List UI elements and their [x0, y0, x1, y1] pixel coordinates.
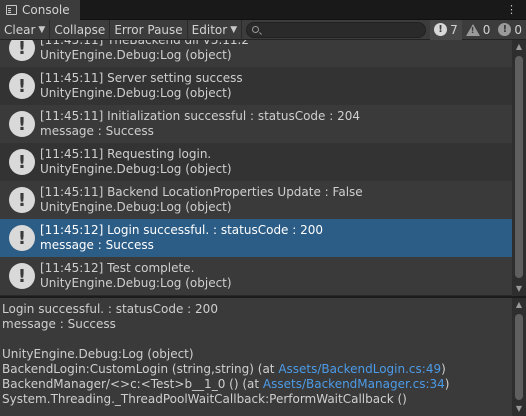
log-entry[interactable]: ! [11:45:11] Server setting success Unit… [0, 67, 512, 105]
console-toolbar: Clear ▼ Collapse Error Pause Editor ▼ ! … [0, 19, 526, 40]
window-titlebar: Console ⋮ [0, 0, 526, 20]
scroll-down-icon[interactable]: ▼ [512, 282, 526, 296]
log-entry[interactable]: ! [11:45:11] Initialization successful :… [0, 105, 512, 143]
info-icon: ! [9, 225, 35, 251]
log-entry-stack: UnityEngine.Debug:Log (object) [40, 200, 232, 214]
stack-frame-text: ) [441, 362, 446, 376]
detail-scrollbar[interactable]: ▲ ▼ [512, 298, 526, 416]
chevron-down-icon: ▼ [230, 24, 238, 35]
source-link[interactable]: Assets/BackendManager.cs:34 [263, 377, 445, 391]
clear-dropdown-icon[interactable]: ▼ [38, 25, 45, 35]
log-entry-stack: UnityEngine.Debug:Log (object) [40, 276, 232, 290]
clear-button[interactable]: Clear ▼ [0, 19, 51, 40]
info-icon: ! [434, 23, 448, 36]
log-entry-selected[interactable]: ! [11:45:12] Login successful. : statusC… [0, 219, 512, 257]
search-icon [252, 26, 260, 33]
collapse-button[interactable]: Collapse [50, 19, 111, 40]
log-entry-message: [11:45:11] Server setting success [40, 71, 243, 85]
scrollbar-thumb[interactable] [515, 56, 523, 278]
scroll-down-icon[interactable]: ▼ [512, 402, 526, 416]
log-list-scrollbar[interactable]: ▲ ▼ [512, 40, 526, 296]
search-input[interactable] [263, 23, 414, 36]
log-entry-stack: UnityEngine.Debug:Log (object) [40, 162, 232, 176]
stack-frame-text: ) [444, 377, 450, 391]
info-icon: ! [9, 149, 35, 175]
error-count: 0 [514, 22, 522, 37]
log-entry-stack: message : Success [40, 238, 154, 252]
info-icon: ! [9, 187, 35, 213]
stack-frame: BackendLogin:CustomLogin (string,string)… [2, 362, 510, 377]
log-entry-message: [11:45:12] Test complete. [40, 261, 195, 275]
clear-button-label: Clear [4, 22, 36, 37]
error-count-toggle[interactable]: ! 0 [494, 20, 526, 40]
tab-console-label: Console [22, 3, 70, 17]
log-entry-message: [11:45:11] Backend LocationProperties Up… [40, 185, 363, 199]
log-entry-message: [11:45:11] TheBackend dll V5.11.2 [40, 40, 249, 47]
tab-console[interactable]: Console [0, 0, 80, 20]
stack-frame: System.Threading._ThreadPoolWaitCallback… [2, 392, 407, 406]
stack-frame-text: BackendManager/<>c:<Test>b__1_0 () (at [2, 377, 263, 391]
error-icon: ! [498, 23, 512, 36]
warning-icon: ! [465, 23, 480, 36]
info-icon: ! [9, 263, 35, 289]
info-icon: ! [9, 111, 35, 137]
log-entry[interactable]: ! [11:45:12] Test complete. UnityEngine.… [0, 257, 512, 295]
detail-message-line2: message : Success [2, 317, 116, 331]
stack-frame-text: BackendLogin:CustomLogin (string,string)… [2, 362, 279, 376]
scroll-up-icon[interactable]: ▲ [512, 40, 526, 54]
log-entry-message: [11:45:11] Initialization successful : s… [40, 109, 361, 123]
source-link[interactable]: Assets/BackendLogin.cs:49 [278, 362, 441, 376]
warning-count: 0 [482, 22, 491, 37]
stack-frame: UnityEngine.Debug:Log (object) [2, 347, 194, 361]
stack-frame: BackendManager/<>c:<Test>b__1_0 () (at A… [2, 377, 510, 392]
info-icon: ! [9, 40, 35, 61]
detail-blank-line [2, 332, 510, 347]
log-entry-stack: UnityEngine.Debug:Log (object) [40, 48, 232, 62]
log-entry[interactable]: ! [11:45:11] Backend LocationProperties … [0, 181, 512, 219]
log-count-toggle[interactable]: ! 7 [430, 19, 462, 40]
window-menu-icon[interactable]: ⋮ [506, 3, 518, 16]
log-entry[interactable]: ! [11:45:11] TheBackend dll V5.11.2 Unit… [0, 40, 512, 67]
info-icon: ! [9, 73, 35, 99]
scroll-up-icon[interactable]: ▲ [512, 298, 526, 312]
warning-count-toggle[interactable]: ! 0 [462, 20, 495, 40]
console-icon [6, 5, 17, 15]
scrollbar-thumb[interactable] [515, 314, 523, 400]
log-entry-stack: UnityEngine.Debug:Log (object) [40, 86, 232, 100]
editor-dropdown[interactable]: Editor ▼ [188, 19, 243, 40]
log-entry[interactable]: ! [11:45:11] Requesting login. UnityEngi… [0, 143, 512, 181]
log-entry-message: [11:45:12] Login successful. : statusCod… [40, 223, 324, 237]
editor-dropdown-label: Editor [191, 22, 228, 37]
log-detail-pane: Login successful. : statusCode : 200 mes… [0, 298, 512, 416]
log-list: ! [11:45:11] TheBackend dll V5.11.2 Unit… [0, 40, 512, 296]
log-entry-stack: message : Success [40, 124, 154, 138]
log-filter-counters: ! 7 ! 0 ! 0 [430, 19, 526, 40]
error-pause-button[interactable]: Error Pause [110, 19, 188, 40]
log-count: 7 [450, 22, 458, 37]
log-entry-message: [11:45:11] Requesting login. [40, 147, 212, 161]
search-box[interactable] [246, 21, 427, 38]
detail-message: Login successful. : statusCode : 200 [2, 302, 218, 316]
